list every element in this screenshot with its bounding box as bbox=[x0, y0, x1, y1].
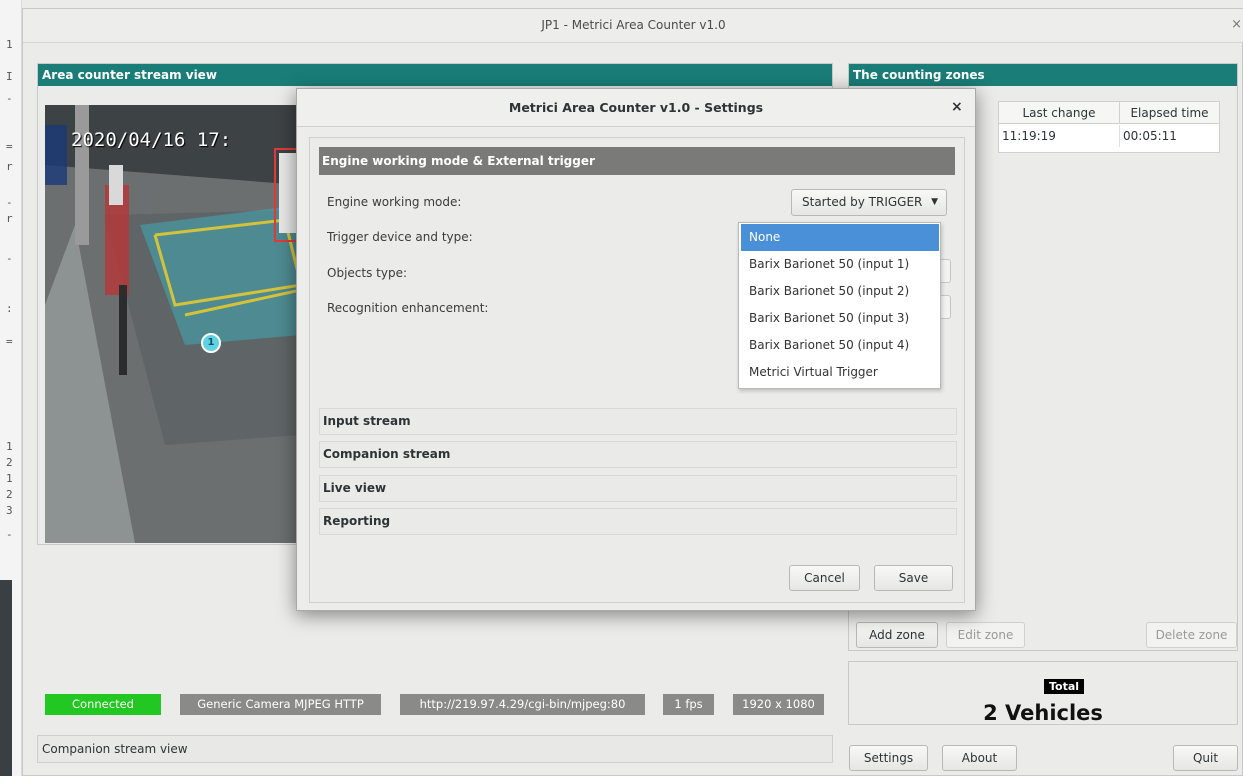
total-vehicles-count: 2 Vehicles bbox=[983, 701, 1103, 725]
title-bar: JP1 - Metrici Area Counter v1.0 × bbox=[23, 9, 1243, 43]
dialog-title-bar: Metrici Area Counter v1.0 - Settings × bbox=[297, 89, 975, 127]
gutter-char: r bbox=[6, 212, 13, 225]
gutter-char: 1 bbox=[6, 440, 13, 453]
section-companion-stream[interactable]: Companion stream bbox=[319, 441, 957, 468]
about-button[interactable]: About bbox=[942, 745, 1017, 771]
table-cell-last-change[interactable]: 11:19:19 bbox=[999, 125, 1119, 147]
option-barionet-input-1[interactable]: Barix Barionet 50 (input 1) bbox=[741, 251, 939, 278]
gutter-char: I bbox=[6, 70, 13, 83]
section-live-view[interactable]: Live view bbox=[319, 475, 957, 502]
window-title: JP1 - Metrici Area Counter v1.0 bbox=[541, 18, 726, 32]
camera-type-badge: Generic Camera MJPEG HTTP bbox=[180, 694, 381, 715]
stream-view-header: Area counter stream view bbox=[38, 64, 832, 86]
camera-timestamp-overlay: 2020/04/16 17: bbox=[71, 129, 232, 151]
save-button[interactable]: Save bbox=[874, 565, 953, 591]
camera-frame-image bbox=[45, 105, 301, 543]
recognition-enhancement-label: Recognition enhancement: bbox=[327, 301, 489, 315]
dialog-title: Metrici Area Counter v1.0 - Settings bbox=[508, 100, 764, 115]
objects-type-label: Objects type: bbox=[327, 266, 407, 280]
engine-mode-label: Engine working mode: bbox=[327, 195, 462, 209]
gutter-shadow bbox=[0, 580, 12, 776]
recognition-select-edge[interactable] bbox=[941, 295, 951, 319]
zones-table[interactable]: Last change Elapsed time 11:19:19 00:05:… bbox=[998, 101, 1220, 153]
option-none[interactable]: None bbox=[741, 224, 939, 251]
section-engine-trigger[interactable]: Engine working mode & External trigger bbox=[319, 147, 955, 175]
gutter-char: - bbox=[6, 92, 13, 105]
gutter-char: r bbox=[6, 160, 13, 173]
gutter-char: - bbox=[6, 528, 13, 541]
column-header-elapsed-time[interactable]: Elapsed time bbox=[1119, 102, 1219, 124]
gutter-char: - bbox=[6, 252, 13, 265]
counting-zones-header: The counting zones bbox=[849, 64, 1237, 86]
add-zone-button[interactable]: Add zone bbox=[856, 622, 938, 648]
gutter-char: 2 bbox=[6, 488, 13, 501]
resolution-badge: 1920 x 1080 bbox=[733, 694, 824, 715]
gutter-char: 1 bbox=[6, 472, 13, 485]
window-close-button[interactable]: × bbox=[1231, 17, 1242, 32]
gutter-char: = bbox=[6, 140, 13, 153]
cancel-button[interactable]: Cancel bbox=[789, 565, 860, 591]
engine-mode-select[interactable]: Started by TRIGGER ▼ bbox=[791, 189, 947, 216]
gutter-char: 1 bbox=[6, 38, 13, 51]
fps-badge: 1 fps bbox=[663, 694, 714, 715]
camera-preview: 2020/04/16 17: 1 bbox=[45, 105, 301, 543]
option-metrici-virtual-trigger[interactable]: Metrici Virtual Trigger bbox=[741, 359, 939, 386]
trigger-device-label: Trigger device and type: bbox=[327, 230, 473, 244]
section-input-stream[interactable]: Input stream bbox=[319, 408, 957, 435]
edit-zone-button[interactable]: Edit zone bbox=[946, 622, 1025, 648]
gutter-char: = bbox=[6, 335, 13, 348]
option-barionet-input-3[interactable]: Barix Barionet 50 (input 3) bbox=[741, 305, 939, 332]
settings-button[interactable]: Settings bbox=[849, 745, 928, 771]
dialog-close-button[interactable]: × bbox=[951, 99, 963, 115]
quit-button[interactable]: Quit bbox=[1173, 745, 1238, 771]
zone-marker[interactable]: 1 bbox=[201, 333, 221, 353]
trigger-device-dropdown[interactable]: None Barix Barionet 50 (input 1) Barix B… bbox=[738, 222, 941, 389]
gutter-char: 2 bbox=[6, 456, 13, 469]
delete-zone-button[interactable]: Delete zone bbox=[1146, 622, 1237, 648]
option-barionet-input-4[interactable]: Barix Barionet 50 (input 4) bbox=[741, 332, 939, 359]
option-barionet-input-2[interactable]: Barix Barionet 50 (input 2) bbox=[741, 278, 939, 305]
gutter-char: - bbox=[6, 196, 13, 209]
companion-stream-header: Companion stream view bbox=[37, 735, 833, 763]
stream-url-badge: http://219.97.4.29/cgi-bin/mjpeg:80 bbox=[400, 694, 645, 715]
table-cell-elapsed-time[interactable]: 00:05:11 bbox=[1119, 125, 1219, 147]
chevron-down-icon: ▼ bbox=[931, 197, 938, 207]
objects-type-select-edge[interactable] bbox=[941, 259, 951, 283]
gutter-char: : bbox=[6, 302, 13, 315]
engine-mode-value: Started by TRIGGER bbox=[802, 195, 923, 209]
gutter-char: 3 bbox=[6, 504, 13, 517]
section-reporting[interactable]: Reporting bbox=[319, 508, 957, 535]
connected-status-badge: Connected bbox=[45, 694, 161, 715]
column-header-last-change[interactable]: Last change bbox=[999, 102, 1119, 124]
total-label: Total bbox=[1044, 679, 1085, 694]
